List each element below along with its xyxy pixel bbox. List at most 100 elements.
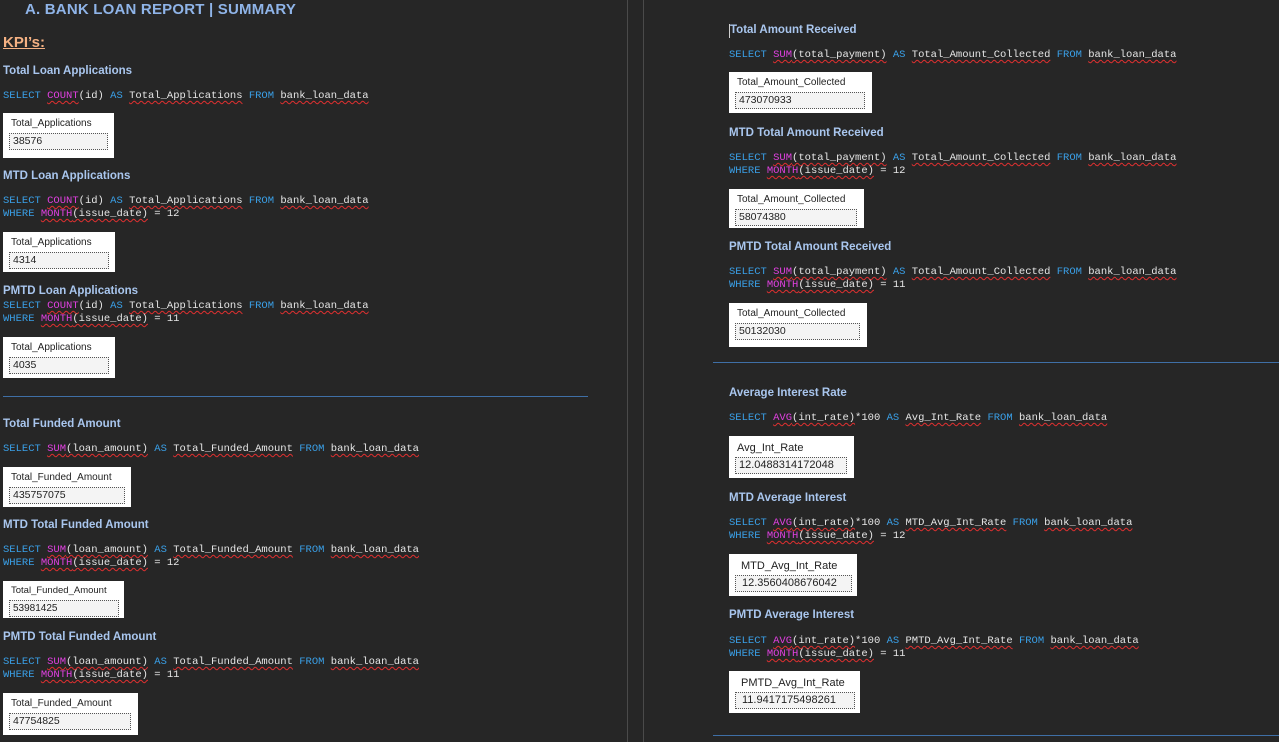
sql-column: (issue_date) [72, 557, 148, 569]
result-value-cell[interactable]: 11.9417175498261 [735, 692, 855, 709]
result-grid-pmtd-average-interest: PMTD_Avg_Int_Rate 11.9417175498261 [729, 671, 860, 713]
section-title-mtd-total-amount-received: MTD Total Amount Received [729, 127, 884, 139]
sql-keyword: SELECT [3, 443, 41, 455]
sql-function: AVG [773, 635, 793, 647]
section-title-pmtd-total-funded-amount: PMTD Total Funded Amount [3, 631, 157, 643]
sql-condition: = 11 [873, 648, 906, 660]
sql-column: (id) [78, 195, 104, 207]
sql-query-mtd-total-funded-amount: SELECT SUM(loan_amount) AS Total_Funded_… [3, 544, 419, 570]
result-column-header: Total_Funded_Amount [11, 472, 112, 483]
result-value-cell[interactable]: 47754825 [9, 713, 131, 730]
section-title-total-amount-received: Total Amount Received [730, 24, 857, 36]
sql-condition: = 12 [873, 530, 906, 542]
section-title-pmtd-total-amount-received: PMTD Total Amount Received [729, 241, 892, 253]
sql-alias: Total_Amount_Collected [911, 49, 1051, 61]
sql-column: (int_rate) [792, 412, 856, 424]
result-value-cell[interactable]: 12.0488314172048 [735, 457, 847, 474]
result-grid-mtd-total-funded-amount: Total_Funded_Amount 53981425 [3, 581, 124, 618]
sql-function: COUNT [47, 300, 79, 312]
sql-condition: = 12 [147, 557, 180, 569]
result-grid-pmtd-loan-applications: Total_Applications 4035 [3, 337, 115, 378]
sql-function: MONTH [766, 165, 799, 177]
kpi-heading: KPI’s: [3, 34, 45, 51]
sql-condition: = 11 [147, 669, 180, 681]
sql-keyword: SELECT [729, 266, 767, 278]
sql-table: bank_loan_data [330, 544, 419, 556]
result-value-cell[interactable]: 435757075 [9, 487, 125, 504]
result-grid-pmtd-total-amount-received: Total_Amount_Collected 50132030 [729, 303, 867, 347]
result-value-cell[interactable]: 473070933 [735, 92, 865, 109]
sql-keyword: WHERE [729, 279, 761, 291]
sql-table: bank_loan_data [1050, 635, 1139, 647]
sql-alias: Total_Amount_Collected [911, 266, 1051, 278]
sql-condition: = 11 [147, 313, 180, 325]
sql-table: bank_loan_data [280, 300, 369, 312]
sql-column: (loan_amount) [66, 656, 148, 668]
result-column-header: Total_Applications [11, 342, 92, 353]
sql-query-pmtd-loan-applications: SELECT COUNT(id) AS Total_Applications F… [3, 300, 369, 326]
sql-keyword: WHERE [3, 557, 35, 569]
result-value-cell[interactable]: 58074380 [735, 209, 857, 226]
result-grid-total-loan-applications: Total_Applications 38576 [3, 113, 114, 158]
sql-keyword: WHERE [729, 165, 761, 177]
sql-table: bank_loan_data [330, 443, 419, 455]
sql-keyword: SELECT [729, 152, 767, 164]
sql-keyword: AS [110, 195, 123, 207]
section-divider [713, 362, 1279, 363]
sql-condition: = 12 [873, 165, 906, 177]
result-grid-average-interest-rate: Avg_Int_Rate 12.0488314172048 [729, 436, 854, 478]
sql-query-mtd-loan-applications: SELECT COUNT(id) AS Total_Applications F… [3, 195, 369, 221]
result-column-header: Total_Applications [11, 237, 92, 248]
section-title-average-interest-rate: Average Interest Rate [729, 387, 847, 399]
section-title-mtd-average-interest: MTD Average Interest [729, 492, 847, 504]
result-value-cell[interactable]: 50132030 [735, 323, 860, 340]
sql-table: bank_loan_data [280, 195, 369, 207]
sql-column: (issue_date) [72, 313, 148, 325]
sql-alias: Total_Applications [129, 90, 243, 102]
sql-keyword: WHERE [3, 313, 35, 325]
sql-keyword: SELECT [729, 517, 767, 529]
sql-alias: Total_Applications [129, 300, 243, 312]
result-value-cell[interactable]: 4314 [9, 252, 109, 269]
section-title-mtd-loan-applications: MTD Loan Applications [3, 170, 131, 182]
sql-function: SUM [47, 544, 67, 556]
sql-operator: *100 [855, 517, 881, 529]
sql-keyword: FROM [1056, 152, 1082, 164]
sql-keyword: WHERE [729, 530, 761, 542]
sql-table: bank_loan_data [330, 656, 419, 668]
sql-keyword: AS [886, 412, 900, 424]
result-column-header: Total_Amount_Collected [737, 77, 846, 88]
sql-query-pmtd-total-funded-amount: SELECT SUM(loan_amount) AS Total_Funded_… [3, 656, 419, 682]
sql-keyword: FROM [1056, 49, 1082, 61]
sql-keyword: AS [110, 300, 123, 312]
sql-keyword: FROM [299, 544, 325, 556]
sql-query-total-funded-amount: SELECT SUM(loan_amount) AS Total_Funded_… [3, 443, 419, 456]
result-value-cell[interactable]: 53981425 [9, 600, 119, 617]
section-divider [713, 735, 1279, 736]
sql-keyword: FROM [248, 90, 275, 102]
sql-column: (issue_date) [72, 669, 148, 681]
result-column-header: Avg_Int_Rate [737, 442, 804, 454]
sql-keyword: AS [154, 443, 167, 455]
result-grid-mtd-average-interest: MTD_Avg_Int_Rate 12.3560408676042 [729, 554, 857, 596]
sql-keyword: SELECT [729, 49, 767, 61]
sql-alias: Avg_Int_Rate [905, 412, 982, 424]
result-value-cell[interactable]: 4035 [9, 357, 109, 374]
sql-column: (int_rate) [792, 635, 856, 647]
sql-function: MONTH [766, 530, 799, 542]
sql-table: bank_loan_data [1044, 517, 1133, 529]
sql-column: (issue_date) [798, 530, 874, 542]
result-grid-pmtd-total-funded-amount: Total_Funded_Amount 47754825 [3, 693, 138, 735]
sql-keyword: FROM [299, 656, 325, 668]
sql-function: MONTH [40, 313, 73, 325]
result-value-cell[interactable]: 12.3560408676042 [735, 575, 852, 592]
section-title-total-loan-applications: Total Loan Applications [3, 65, 133, 77]
sql-column: (loan_amount) [66, 443, 148, 455]
sql-keyword: AS [886, 635, 900, 647]
sql-table: bank_loan_data [1088, 266, 1177, 278]
sql-function: SUM [773, 152, 793, 164]
result-value-cell[interactable]: 38576 [9, 133, 108, 150]
sql-keyword: FROM [299, 443, 325, 455]
sql-column: (issue_date) [798, 165, 874, 177]
sql-query-mtd-total-amount-received: SELECT SUM(total_payment) AS Total_Amoun… [729, 152, 1176, 178]
